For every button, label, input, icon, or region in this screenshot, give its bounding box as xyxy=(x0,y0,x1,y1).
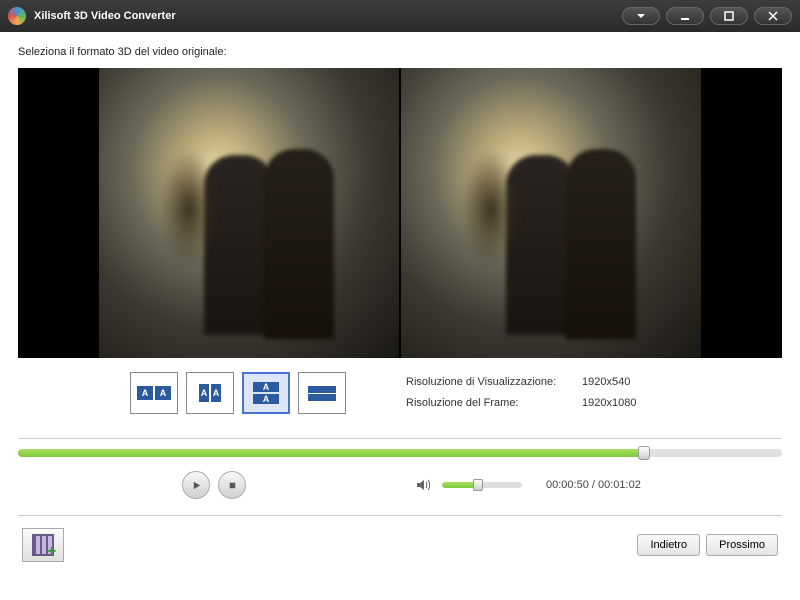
seek-fill xyxy=(18,449,644,457)
divider xyxy=(18,515,782,516)
maximize-button[interactable] xyxy=(710,7,748,25)
back-button[interactable]: Indietro xyxy=(637,534,700,556)
plus-icon: + xyxy=(47,547,59,559)
preview-left xyxy=(99,68,399,358)
format-tab-half[interactable] xyxy=(298,372,346,414)
frame-res-label: Risoluzione del Frame: xyxy=(406,393,582,414)
video-preview xyxy=(18,68,782,358)
app-icon xyxy=(8,7,26,25)
time-display: 00:00:50 / 00:01:02 xyxy=(546,479,641,491)
add-file-button[interactable]: + xyxy=(22,528,64,562)
play-button[interactable] xyxy=(182,471,210,499)
seek-bar[interactable] xyxy=(18,449,782,457)
format-selector: AA AA AA xyxy=(130,372,346,414)
dropdown-button[interactable] xyxy=(622,7,660,25)
window-buttons xyxy=(622,7,792,25)
playback-controls: 00:00:50 / 00:01:02 xyxy=(18,471,782,499)
seek-thumb[interactable] xyxy=(638,446,650,460)
instruction-text: Seleziona il formato 3D del video origin… xyxy=(18,46,782,58)
resolution-info: Risoluzione di Visualizzazione:1920x540 … xyxy=(406,372,636,414)
minimize-button[interactable] xyxy=(666,7,704,25)
frame-res-value: 1920x1080 xyxy=(582,393,636,414)
format-sbs-half[interactable]: AA xyxy=(186,372,234,414)
volume-icon[interactable] xyxy=(416,478,432,492)
preview-right xyxy=(401,68,701,358)
volume-slider[interactable] xyxy=(442,482,522,488)
stop-button[interactable] xyxy=(218,471,246,499)
format-tab-full[interactable]: AA xyxy=(242,372,290,414)
display-res-label: Risoluzione di Visualizzazione: xyxy=(406,372,582,393)
format-sbs-full[interactable]: AA xyxy=(130,372,178,414)
app-title: Xilisoft 3D Video Converter xyxy=(34,10,622,22)
display-res-value: 1920x540 xyxy=(582,372,630,393)
close-button[interactable] xyxy=(754,7,792,25)
footer: + Indietro Prossimo xyxy=(18,528,782,562)
next-button[interactable]: Prossimo xyxy=(706,534,778,556)
divider xyxy=(18,438,782,439)
titlebar: Xilisoft 3D Video Converter xyxy=(0,0,800,32)
volume-thumb[interactable] xyxy=(473,479,483,491)
